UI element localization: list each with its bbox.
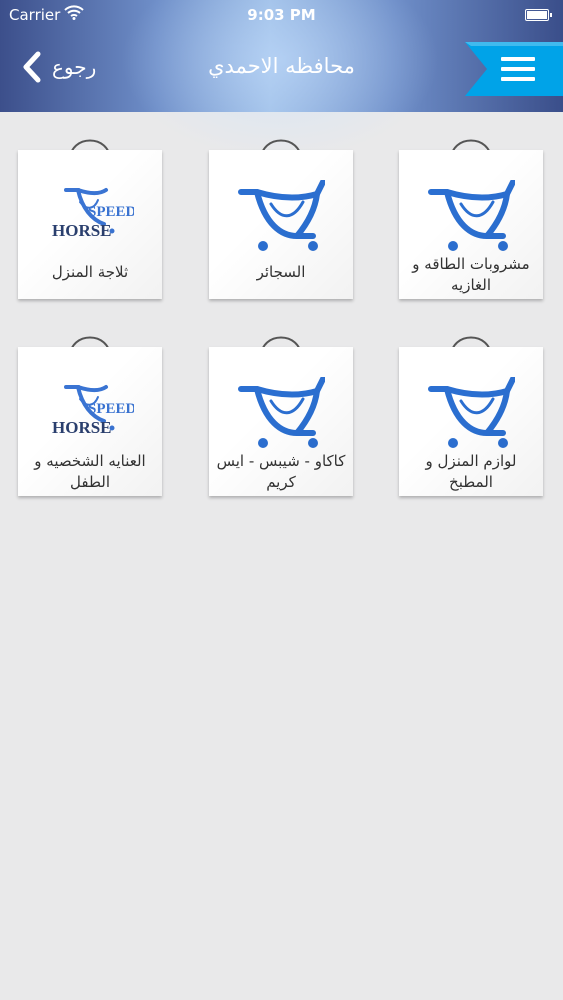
category-label: مشروبات الطاقه و الغازيه — [412, 255, 530, 294]
category-tile[interactable]: مشروبات الطاقه و الغازيه — [399, 150, 543, 299]
category-label: كاكاو - شيبس - ايس كريم — [216, 452, 346, 491]
category-tile[interactable]: SPEED HORSE العنايه الشخصيه و الطفل — [18, 347, 162, 496]
category-card-cigarettes[interactable]: السجائر — [209, 132, 353, 332]
category-tile[interactable]: SPEED HORSE ثلاجة المنزل — [18, 150, 162, 299]
category-card-home-kitchen[interactable]: لوازم المنزل و المطبخ — [399, 329, 543, 529]
speed-horse-logo-icon: SPEED HORSE — [52, 385, 134, 437]
cart-icon — [238, 180, 325, 251]
category-tile[interactable]: كاكاو - شيبس - ايس كريم — [209, 347, 353, 496]
category-card-home-fridge[interactable]: SPEED HORSE ثلاجة المنزل — [18, 132, 162, 332]
battery-icon — [525, 9, 552, 21]
cart-icon — [238, 377, 325, 448]
svg-text:SPEED: SPEED — [88, 401, 134, 417]
svg-text:HORSE: HORSE — [52, 221, 112, 240]
category-label: السجائر — [256, 263, 306, 281]
category-card-personal-care[interactable]: SPEED HORSE العنايه الشخصيه و الطفل — [18, 329, 162, 529]
category-tile[interactable]: السجائر — [209, 150, 353, 299]
status-time: 9:03 PM — [247, 6, 316, 24]
cart-icon — [428, 377, 515, 448]
category-card-energy-drinks[interactable]: مشروبات الطاقه و الغازيه — [399, 132, 543, 332]
svg-text:HORSE: HORSE — [52, 418, 112, 437]
category-label: لوازم المنزل و المطبخ — [425, 452, 517, 491]
status-bar: Carrier 9:03 PM — [0, 0, 563, 30]
category-card-snacks[interactable]: كاكاو - شيبس - ايس كريم — [209, 329, 353, 529]
cart-icon — [428, 180, 515, 251]
category-label: ثلاجة المنزل — [51, 263, 129, 281]
svg-text:SPEED: SPEED — [88, 204, 134, 220]
category-tile[interactable]: لوازم المنزل و المطبخ — [399, 347, 543, 496]
category-label: العنايه الشخصيه و الطفل — [34, 452, 146, 491]
speed-horse-logo-icon: SPEED HORSE — [52, 188, 134, 240]
menu-ribbon-icon — [465, 42, 563, 96]
menu-button[interactable] — [465, 42, 563, 96]
